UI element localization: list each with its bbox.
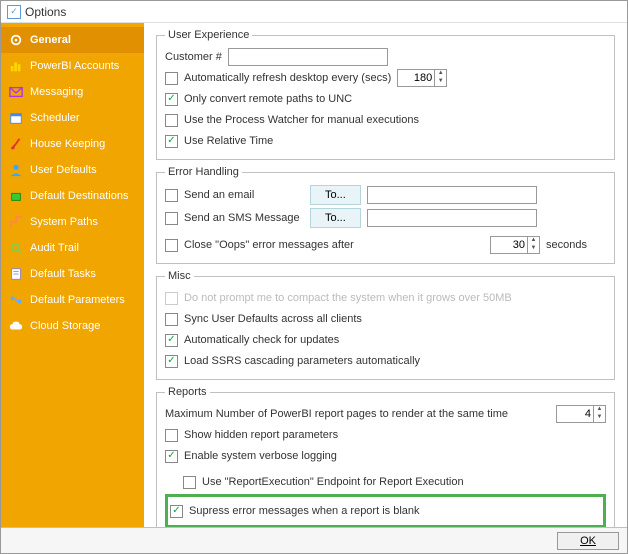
seconds-label: seconds [546,239,606,251]
close-oops-label: Close "Oops" error messages after [184,239,354,251]
sidebar-item-label: System Paths [30,217,98,228]
legend-misc: Misc [165,270,194,282]
auto-refresh-checkbox[interactable] [165,72,178,85]
chart-icon [9,59,23,73]
no-prompt-label: Do not prompt me to compact the system w… [184,292,512,304]
sync-user-checkbox[interactable] [165,313,178,326]
sidebar-item-messaging[interactable]: Messaging [1,79,144,105]
broom-icon [9,137,23,151]
close-oops-checkbox[interactable] [165,239,178,252]
ok-button[interactable]: OK [557,532,619,550]
sidebar-item-audittrail[interactable]: Audit Trail [1,235,144,261]
auto-refresh-label: Automatically refresh desktop every (sec… [184,72,391,84]
param-icon [9,293,23,307]
relative-time-label: Use Relative Time [184,135,273,147]
titlebar: ✓ Options [1,1,627,23]
email-to-input[interactable] [367,186,537,204]
gear-icon [9,33,23,47]
send-sms-label: Send an SMS Message [184,212,304,224]
legend-ux: User Experience [165,29,252,41]
envelope-icon [9,85,23,99]
sidebar-item-label: Default Destinations [30,191,128,202]
path-icon [9,215,23,229]
footer: OK [1,527,627,553]
suppress-label: Supress error messages when a report is … [189,505,420,517]
verbose-label: Enable system verbose logging [184,450,337,462]
max-pages-spinner[interactable]: ▲▼ [556,405,606,423]
only-convert-checkbox[interactable]: ✓ [165,93,178,106]
sidebar-item-label: Cloud Storage [30,321,100,332]
max-pages-label: Maximum Number of PowerBI report pages t… [165,408,508,420]
auto-check-checkbox[interactable]: ✓ [165,334,178,347]
main-panel: User Experience Customer # Automatically… [144,23,627,528]
group-misc: Misc Do not prompt me to compact the sys… [156,270,615,380]
sidebar-item-general[interactable]: General [1,27,144,53]
group-reports: Reports Maximum Number of PowerBI report… [156,386,615,528]
group-error-handling: Error Handling Send an email To... Send … [156,166,615,264]
sms-to-button[interactable]: To... [310,208,361,228]
customer-label: Customer # [165,51,222,63]
sms-to-input[interactable] [367,209,537,227]
show-hidden-checkbox[interactable] [165,429,178,442]
audit-icon [9,241,23,255]
no-prompt-checkbox [165,292,178,305]
report-exec-checkbox[interactable] [183,476,196,489]
sidebar-item-label: House Keeping [30,139,105,150]
sync-user-label: Sync User Defaults across all clients [184,313,362,325]
legend-reports: Reports [165,386,210,398]
sidebar-item-cloudstorage[interactable]: Cloud Storage [1,313,144,339]
sidebar-item-destinations[interactable]: Default Destinations [1,183,144,209]
send-sms-checkbox[interactable] [165,212,178,225]
sidebar-item-label: Scheduler [30,113,80,124]
close-oops-spinner[interactable]: ▲▼ [490,236,540,254]
sidebar-item-defaultparams[interactable]: Default Parameters [1,287,144,313]
sidebar-item-label: PowerBI Accounts [30,61,119,72]
relative-time-checkbox[interactable]: ✓ [165,135,178,148]
auto-refresh-spinner[interactable]: ▲▼ [397,69,447,87]
sidebar-item-label: Audit Trail [30,243,79,254]
auto-check-label: Automatically check for updates [184,334,339,346]
user-icon [9,163,23,177]
sidebar-item-userdefaults[interactable]: User Defaults [1,157,144,183]
sidebar: General PowerBI Accounts Messaging Sched… [1,23,144,528]
customer-input[interactable] [228,48,388,66]
app-icon: ✓ [7,5,21,19]
process-watcher-label: Use the Process Watcher for manual execu… [184,114,419,126]
sidebar-item-housekeeping[interactable]: House Keeping [1,131,144,157]
sidebar-item-label: User Defaults [30,165,97,176]
send-email-checkbox[interactable] [165,189,178,202]
calendar-icon [9,111,23,125]
sidebar-item-scheduler[interactable]: Scheduler [1,105,144,131]
sidebar-item-systempaths[interactable]: System Paths [1,209,144,235]
sidebar-item-defaulttasks[interactable]: Default Tasks [1,261,144,287]
sidebar-item-label: Default Parameters [30,295,125,306]
load-ssrs-checkbox[interactable]: ✓ [165,355,178,368]
send-email-label: Send an email [184,189,304,201]
legend-err: Error Handling [165,166,242,178]
process-watcher-checkbox[interactable] [165,114,178,127]
destination-icon [9,189,23,203]
only-convert-label: Only convert remote paths to UNC [184,93,352,105]
sidebar-item-powerbi[interactable]: PowerBI Accounts [1,53,144,79]
window-title: Options [25,5,66,19]
task-icon [9,267,23,281]
sidebar-item-label: Default Tasks [30,269,96,280]
group-user-experience: User Experience Customer # Automatically… [156,29,615,160]
cloud-icon [9,319,23,333]
load-ssrs-label: Load SSRS cascading parameters automatic… [184,355,420,367]
verbose-checkbox[interactable]: ✓ [165,450,178,463]
email-to-button[interactable]: To... [310,185,361,205]
suppress-checkbox[interactable]: ✓ [170,505,183,518]
sidebar-item-label: Messaging [30,87,83,98]
show-hidden-label: Show hidden report parameters [184,429,338,441]
sidebar-item-label: General [30,35,71,46]
report-exec-label: Use "ReportExecution" Endpoint for Repor… [202,476,464,488]
